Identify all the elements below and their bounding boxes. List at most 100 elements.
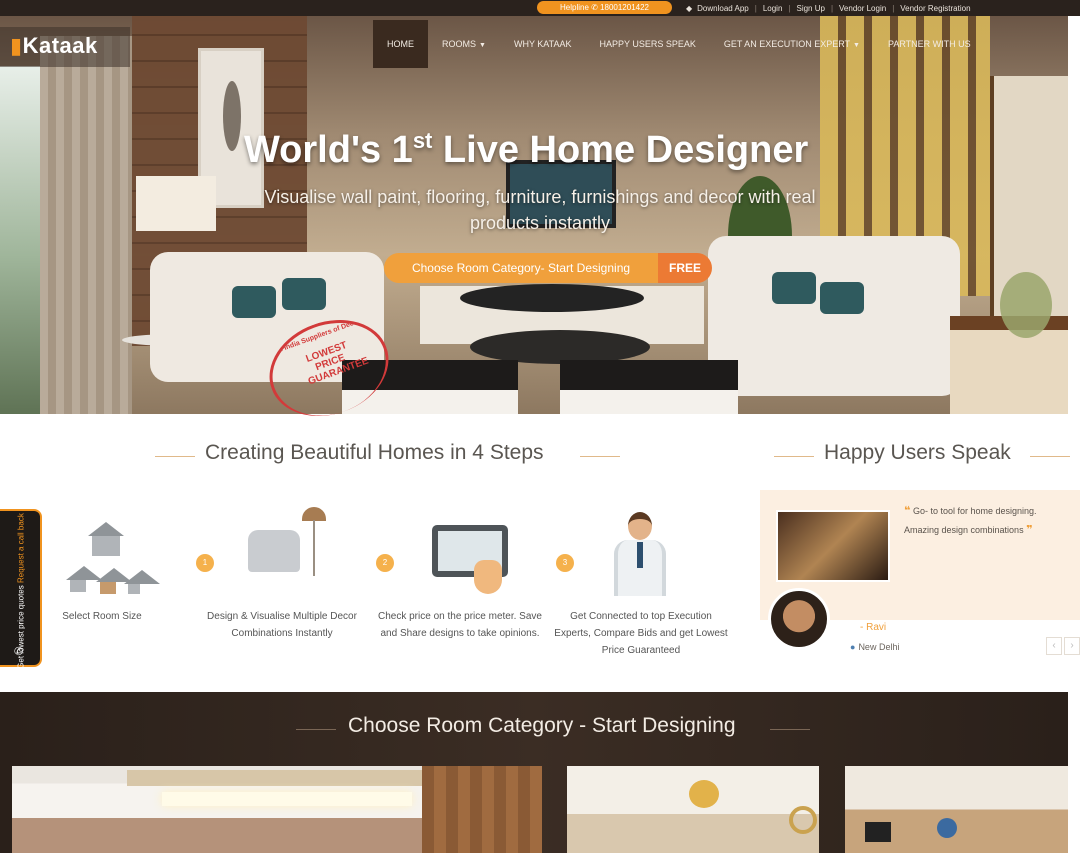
step-3-label: Check price on the price meter. Save and… (378, 611, 542, 639)
cushion-decor (772, 272, 816, 304)
step-4-label: Get Connected to top Execution Experts, … (554, 611, 728, 656)
nav-happy-users[interactable]: Happy Users Speak (585, 20, 709, 68)
prev-arrow-icon[interactable]: ‹ (1046, 637, 1062, 655)
side-tab-accent: Request a call back (16, 513, 26, 583)
title-divider (1030, 456, 1070, 457)
vendor-registration-link[interactable]: Vendor Registration (900, 4, 970, 13)
house-icon (66, 566, 102, 592)
nav-rooms-label: Rooms (442, 39, 477, 49)
main-nav: Home Rooms ▼ Why Kataak Happy Users Speak… (373, 20, 985, 68)
nav-partner-label: Partner with us (887, 39, 971, 49)
separator: | (892, 3, 895, 13)
avatar (768, 588, 830, 650)
separator: | (754, 3, 757, 13)
expert-head-icon (628, 512, 652, 540)
nav-why-label: Why Kataak (513, 39, 572, 49)
mirror-decor (789, 806, 817, 834)
download-app-link[interactable]: Download App (697, 4, 749, 13)
free-badge[interactable]: FREE (658, 253, 712, 283)
nav-home[interactable]: Home (373, 20, 428, 68)
quote-open-icon: ❝ (904, 505, 911, 517)
title-divider (155, 456, 195, 457)
testimonials-title: Happy Users Speak (824, 441, 1011, 464)
quote-close-icon: ❞ (1026, 524, 1033, 536)
stamp-text: LOWEST PRICE GUARANTEE (304, 339, 371, 388)
lamp-pole-icon (313, 520, 315, 576)
nav-expert-label: Get an Execution Expert (723, 39, 851, 49)
testimonial-author: - Ravi (860, 622, 887, 633)
step-1-label: Select Room Size (62, 611, 142, 622)
chevron-down-icon: ▼ (853, 42, 860, 49)
hero-title-sup: st (412, 128, 433, 153)
title-divider (770, 729, 810, 730)
hero-subtitle: Visualise wall paint, flooring, furnitur… (264, 187, 816, 233)
start-designing-button[interactable]: Choose Room Category- Start Designing (384, 253, 658, 283)
rug-decor (470, 330, 650, 364)
step-connector-dot: 3 (556, 554, 574, 572)
vase-decor (1000, 272, 1052, 338)
hero-title-pre: World's 1 (244, 129, 413, 171)
title-divider (580, 456, 620, 457)
cushion-decor (820, 282, 864, 314)
request-callback-tab[interactable]: Get lowest price quotes Request a call b… (0, 509, 42, 669)
testimonial-quote: ❝ Go- to tool for home designing. Amazin… (904, 502, 1064, 540)
chandelier-decor (689, 780, 719, 808)
vendor-login-link[interactable]: Vendor Login (839, 4, 886, 13)
room-card-3[interactable] (845, 766, 1068, 853)
helpline-badge[interactable]: Helpline ✆ 18001201422 (537, 1, 672, 14)
chevron-down-icon: ▼ (479, 42, 486, 49)
tie-icon (637, 542, 643, 568)
window-decor (0, 66, 40, 414)
testimonial-nav: ‹ › (1046, 637, 1080, 655)
signup-link[interactable]: Sign Up (796, 4, 824, 13)
phone-icon: ✆ (14, 646, 24, 658)
testimonial-location: ● New Delhi (850, 642, 899, 652)
top-links: ◆ Download App | Login | Sign Up | Vendo… (686, 0, 971, 16)
house-icon (88, 522, 124, 556)
cushion-decor (232, 286, 276, 318)
step-connector-dot: 1 (196, 554, 214, 572)
lamp-decor (136, 176, 216, 231)
armchair-icon (248, 530, 300, 572)
ceiling-light-decor (162, 792, 412, 806)
room-card-2[interactable] (567, 766, 819, 853)
nav-why-kataak[interactable]: Why Kataak (500, 20, 586, 68)
hero-title-post: Live Home Designer (432, 129, 809, 171)
testimonial-quote-text: Go- to tool for home designing. Amazing … (904, 506, 1037, 535)
testimonial-room-image (776, 510, 890, 582)
ceiling-decor (127, 770, 437, 786)
step-connector-dot: 2 (376, 554, 394, 572)
title-divider (774, 456, 814, 457)
title-divider (296, 729, 336, 730)
step-2-label: Design & Visualise Multiple Decor Combin… (207, 611, 357, 639)
top-utility-bar: Helpline ✆ 18001201422 ◆ Download App | … (0, 0, 1080, 16)
steps-title: Creating Beautiful Homes in 4 Steps (205, 441, 544, 464)
next-arrow-icon[interactable]: › (1064, 637, 1080, 655)
nav-execution-expert[interactable]: Get an Execution Expert ▼ (710, 20, 874, 68)
separator: | (788, 3, 791, 13)
ottoman-decor (560, 360, 738, 414)
house-icon (96, 568, 132, 594)
nav-partner[interactable]: Partner with us (874, 20, 985, 68)
separator: | (830, 3, 834, 13)
hand-icon (474, 560, 502, 594)
house-icon (124, 570, 160, 594)
nav-home-label: Home (387, 39, 414, 49)
testimonial-location-text: New Delhi (858, 642, 900, 652)
logo-text: Kataak (22, 33, 98, 58)
coffee-table-decor (460, 284, 644, 312)
site-logo[interactable]: ▮Kataak (10, 33, 98, 59)
nav-happy-label: Happy Users Speak (599, 39, 696, 49)
room-category-title: Choose Room Category - Start Designing (348, 714, 736, 737)
hero-title: World's 1st Live Home Designer (244, 128, 808, 172)
login-link[interactable]: Login (763, 4, 783, 13)
tv-decor (865, 822, 891, 842)
nav-rooms[interactable]: Rooms ▼ (428, 20, 500, 68)
curtain-decor (40, 36, 132, 414)
logo-mark: ▮ (10, 33, 23, 58)
cushion-decor (282, 278, 326, 310)
sofa-right-decor (708, 236, 960, 396)
room-card-1[interactable] (12, 766, 542, 853)
location-pin-icon: ● (850, 642, 856, 652)
clock-decor (937, 818, 957, 838)
